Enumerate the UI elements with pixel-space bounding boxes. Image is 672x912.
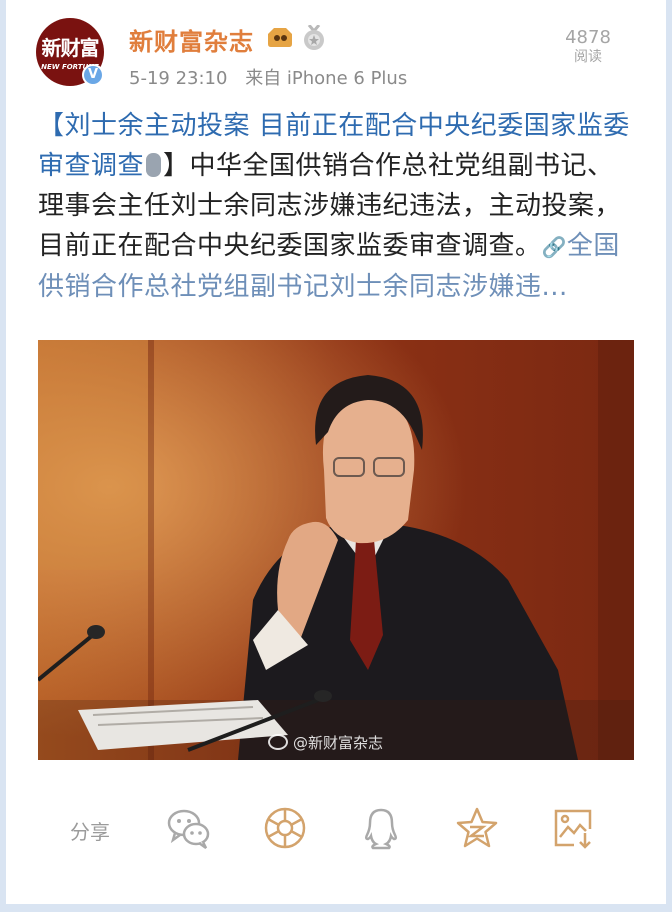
image-watermark-text: @新财富杂志 [293, 734, 384, 752]
member-badge-icon[interactable] [266, 26, 294, 48]
share-label: 分享 [70, 820, 110, 844]
link-icon: 🔗 [541, 235, 567, 259]
save-image-icon[interactable] [550, 805, 596, 851]
window-frame-left [0, 0, 6, 912]
username[interactable]: 新财富杂志 [129, 22, 254, 57]
avatar-logo-text: 新财富 [41, 36, 100, 60]
window-frame-right [666, 0, 672, 912]
read-count: 4878 [565, 27, 611, 48]
moments-icon[interactable] [262, 805, 308, 851]
image-watermark: @新财富杂志 [268, 732, 383, 753]
microphone-icon [146, 153, 162, 177]
verified-badge-icon: V [82, 64, 104, 86]
wechat-icon[interactable] [166, 805, 212, 851]
read-label: 阅读 [574, 49, 602, 65]
post-source[interactable]: 来自 iPhone 6 Plus [245, 68, 407, 89]
post-text: 【刘士余主动投案 目前正在配合中央纪委国家监委审查调查 】中华全国供销合作总社党组… [38, 106, 638, 307]
qq-icon[interactable] [358, 805, 404, 851]
window-frame-bottom [0, 904, 672, 912]
post-timestamp: 5-19 23:10 [129, 68, 228, 89]
weibo-logo-icon [268, 734, 288, 750]
read-counter: 4878 阅读 [556, 28, 620, 66]
qzone-star-icon[interactable] [454, 805, 500, 851]
medal-badge-icon[interactable] [302, 25, 326, 51]
post-image[interactable] [38, 340, 634, 760]
post-meta: 5-19 23:10 来自 iPhone 6 Plus [129, 64, 407, 90]
